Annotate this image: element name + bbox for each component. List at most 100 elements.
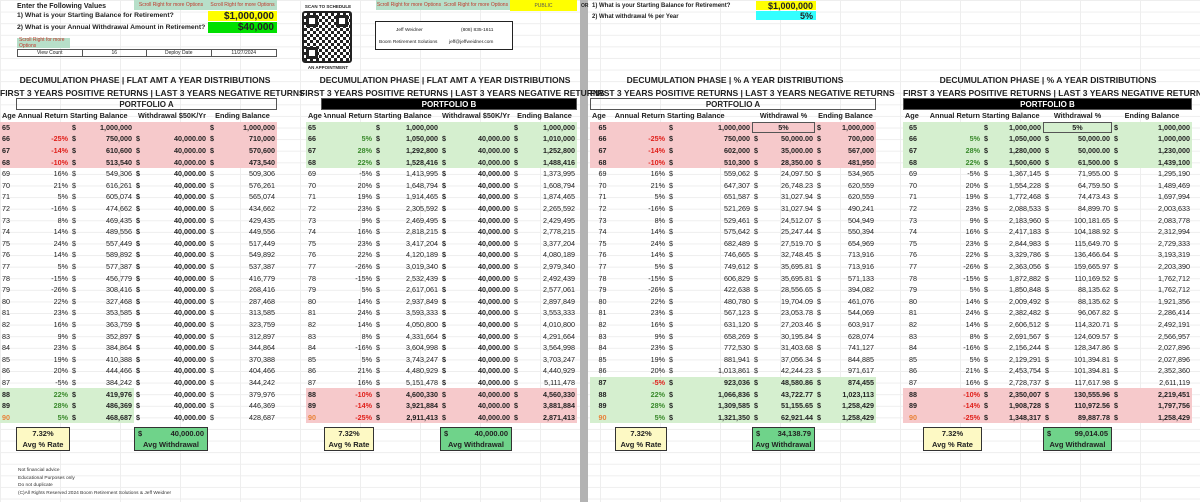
currency-symbol: $: [442, 250, 446, 260]
currency-symbol: $: [669, 273, 673, 283]
starting-balance-cell: 1,500,600: [992, 156, 1043, 168]
annual-return-cell: 19%: [650, 354, 665, 364]
starting-balance-cell: 2,350,007: [992, 388, 1043, 400]
starting-balance-cell: 363,759: [106, 319, 132, 329]
ending-balance-cell: 874,455: [825, 376, 876, 389]
age-cell: 74: [2, 227, 10, 237]
currency-symbol: $: [72, 273, 76, 283]
currency-symbol: $: [1112, 399, 1122, 412]
age-cell: 72: [909, 204, 917, 214]
ending-balance-cell: 449,556: [249, 227, 275, 237]
currency-symbol: $: [1114, 354, 1118, 364]
table-row: 88 -10% $4,600,330 $40,000.00 $4,560,330: [306, 388, 577, 400]
age-cell: 84: [2, 343, 10, 353]
currency-symbol: $: [667, 144, 677, 157]
avg-withdrawal-amount: $40,000.00: [135, 428, 207, 439]
annual-return-cell: [615, 121, 667, 134]
currency-symbol: $: [817, 262, 821, 272]
annual-return-cell: 23%: [650, 343, 665, 353]
table-row: 77 -26% $2,363,056 $159,665.97 $2,203,390: [903, 261, 1192, 273]
age-cell: 77: [598, 262, 607, 272]
currency-symbol: $: [1045, 204, 1049, 214]
column-header: Starting Balance: [982, 111, 1040, 121]
annual-return-cell: -15%: [963, 273, 980, 283]
currency-symbol: $: [817, 215, 821, 225]
ending-balance-cell: 700,000: [825, 133, 876, 145]
starting-balance-cell: 1,554,228: [1009, 180, 1041, 190]
table-row: 66 5% $1,050,000 $40,000.00 $1,010,000: [306, 133, 577, 145]
starting-balance-input[interactable]: $1,000,000: [208, 11, 277, 22]
currency-symbol: $: [1114, 319, 1118, 329]
starting-balance-cell: 2,844,983: [1009, 238, 1041, 248]
age-cell: 89: [590, 399, 615, 412]
ending-balance-cell: 1,439,100: [1122, 156, 1192, 168]
averages-row: 7.32% Avg % Rate $40,000.00 Avg Withdrawal: [0, 427, 277, 452]
currency-symbol: $: [984, 215, 988, 225]
withdrawal-cell: 28,350.00: [762, 156, 815, 168]
currency-symbol: $: [208, 156, 218, 168]
ending-balance-cell: 2,352,360: [1158, 366, 1190, 376]
starting-balance-cell: 746,665: [724, 250, 750, 260]
withdrawal-cell: 40,000.00: [174, 377, 206, 387]
table-row: 75 24% $682,489 $27,519.70 $654,969: [590, 238, 876, 250]
annual-withdrawal-input[interactable]: $40,000: [208, 22, 277, 33]
annual-return-cell: 5%: [654, 262, 665, 272]
table-row: 86 21% $4,480,929 $40,000.00 $4,440,929: [306, 365, 577, 377]
age-cell: 89: [0, 399, 16, 412]
annual-return-cell: 14%: [53, 227, 68, 237]
column-header: Age: [592, 111, 606, 121]
annual-return-cell: -16%: [648, 204, 665, 214]
table-row: 69 -5% $1,367,145 $71,955.00 $1,295,190: [903, 168, 1192, 180]
contact-phone[interactable]: (808) 835-1611: [461, 28, 493, 33]
currency-symbol: $: [815, 121, 825, 134]
contact-email[interactable]: jeff@jeffweidner.com: [449, 40, 493, 45]
starting-balance-cell: 1,648,794: [406, 180, 438, 190]
currency-symbol: $: [669, 262, 673, 272]
currency-symbol: $: [754, 296, 758, 306]
table-row: 85 5% $2,129,291 $101,394.81 $2,027,896: [903, 353, 1192, 365]
table-row: 68 22% $1,500,600 $61,500.00 $1,439,100: [903, 156, 1192, 168]
starting-balance-cell: 559,062: [724, 169, 750, 179]
withdrawal-cell: 24,097.50: [781, 169, 813, 179]
withdrawal-percent-input[interactable]: 5%: [756, 11, 816, 21]
starting-balance-cell: 749,612: [724, 262, 750, 272]
currency-symbol: $: [667, 121, 677, 134]
pct-starting-balance-input[interactable]: $1,000,000: [756, 1, 816, 11]
withdrawal-cell: 43,722.77: [762, 388, 815, 400]
starting-balance-cell: 327,468: [106, 296, 132, 306]
age-cell: 65: [903, 121, 923, 134]
table-row: 84 -16% $3,604,998 $40,000.00 $3,564,998: [306, 342, 577, 354]
currency-symbol: $: [669, 343, 673, 353]
withdrawal-cell: 40,000.00: [174, 354, 206, 364]
age-cell: 86: [2, 366, 10, 376]
annual-return-cell: -16%: [963, 343, 980, 353]
annual-return-cell: 23%: [357, 238, 372, 248]
starting-balance-cell: 1,000,000: [677, 121, 752, 134]
column-header-row: Age Annual Return Starting Balance Withdraw…: [903, 110, 1192, 122]
currency-symbol: $: [817, 319, 821, 329]
currency-symbol: $: [376, 354, 380, 364]
withdrawal-cell: 40,000.00: [450, 399, 512, 412]
currency-symbol: $: [514, 250, 518, 260]
currency-symbol: $: [210, 319, 214, 329]
ending-balance-cell: 844,885: [848, 354, 874, 364]
ending-balance-cell: 603,917: [848, 319, 874, 329]
ending-balance-cell: 3,553,333: [543, 308, 575, 318]
annual-return-cell: 23%: [965, 238, 980, 248]
currency-symbol: $: [376, 227, 380, 237]
qr-code-icon[interactable]: [302, 11, 352, 63]
table-row: 66 -25% $750,000 $40,000.00 $710,000: [0, 133, 277, 145]
currency-symbol: $: [984, 319, 988, 329]
currency-symbol: $: [1112, 144, 1122, 157]
annual-return-cell: 8%: [654, 215, 665, 225]
age-cell: 67: [590, 144, 615, 157]
currency-symbol: $: [72, 204, 76, 214]
currency-symbol: $: [136, 377, 140, 387]
currency-symbol: $: [982, 411, 992, 424]
currency-symbol: $: [210, 412, 214, 422]
withdrawal-cell: 40,000.00: [174, 308, 206, 318]
withdrawal-cell: 40,000.00: [478, 366, 510, 376]
ending-balance-cell: 2,778,215: [543, 227, 575, 237]
age-cell: 76: [2, 250, 10, 260]
